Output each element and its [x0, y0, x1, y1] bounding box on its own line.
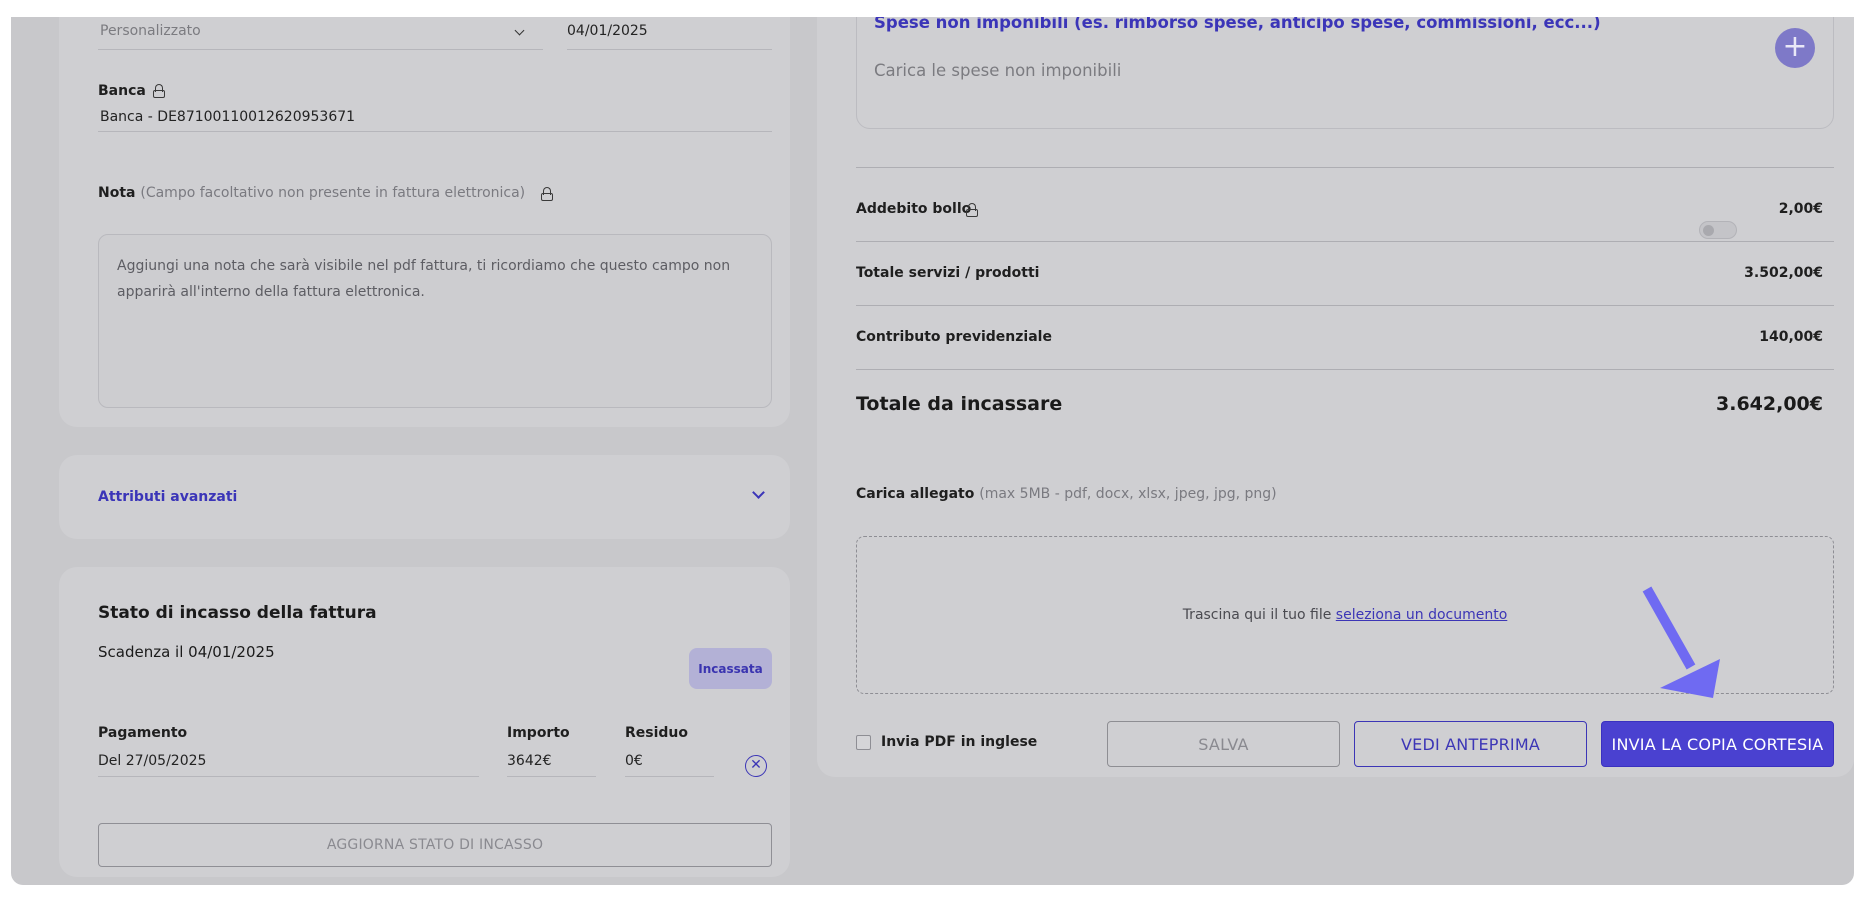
totale-label: Totale da incassare — [856, 393, 1063, 415]
save-button[interactable]: SALVA — [1107, 721, 1340, 767]
send-courtesy-copy-button[interactable]: INVIA LA COPIA CORTESIA — [1601, 721, 1834, 767]
allegato-label: Carica allegato (max 5MB - pdf, docx, xl… — [856, 486, 1277, 502]
bollo-label: Addebito bollo — [856, 201, 972, 217]
payment-residual-field[interactable]: 0€ — [625, 753, 643, 769]
advanced-attributes-label[interactable]: Attributi avanzati — [98, 489, 237, 505]
non-taxable-expenses-placeholder: Carica le spese non imponibili — [874, 61, 1122, 80]
non-taxable-expenses-title: Spese non imponibili (es. rimborso spese… — [874, 17, 1601, 32]
due-date-text: Scadenza il 04/01/2025 — [98, 643, 275, 661]
status-badge: Incassata — [689, 648, 772, 689]
payment-status-title: Stato di incasso della fattura — [98, 603, 377, 623]
col-residuo-header: Residuo — [625, 725, 689, 741]
arrow-annotation-icon — [1642, 586, 1720, 698]
lock-icon — [541, 187, 553, 201]
servizi-label: Totale servizi / prodotti — [856, 265, 1040, 281]
add-expense-button[interactable]: + — [1775, 28, 1815, 68]
col-importo-header: Importo — [507, 725, 570, 741]
banca-label: Banca — [98, 83, 146, 99]
servizi-value: 3.502,00€ — [1744, 265, 1823, 281]
modal-overlay: Personalizzato 04/01/2025 Banca Banca - … — [11, 17, 1854, 885]
banca-value[interactable]: Banca - DE87100110012620953671 — [100, 109, 355, 125]
contributo-value: 140,00€ — [1759, 329, 1823, 345]
preview-button[interactable]: VEDI ANTEPRIMA — [1354, 721, 1587, 767]
english-pdf-label: Invia PDF in inglese — [881, 734, 1038, 750]
select-document-link[interactable]: seleziona un documento — [1336, 607, 1508, 623]
payment-amount-field[interactable]: 3642€ — [507, 753, 552, 769]
remove-payment-icon[interactable]: ✕ — [745, 755, 767, 777]
bollo-value: 2,00€ — [1778, 201, 1823, 217]
bollo-toggle[interactable] — [1699, 221, 1737, 239]
nota-hint: (Campo facoltativo non presente in fattu… — [140, 185, 526, 201]
payment-date-field[interactable]: Del 27/05/2025 — [98, 753, 206, 769]
english-pdf-checkbox[interactable] — [856, 735, 871, 750]
update-status-button[interactable]: AGGIORNA STATO DI INCASSO — [98, 823, 772, 867]
allegato-hint: (max 5MB - pdf, docx, xlsx, jpeg, jpg, p… — [979, 486, 1277, 502]
nota-textarea[interactable]: Aggiungi una nota che sarà visibile nel … — [98, 234, 772, 408]
plus-icon: + — [1782, 29, 1808, 64]
lock-icon — [966, 203, 978, 217]
contributo-label: Contributo previdenziale — [856, 329, 1052, 345]
col-pagamento-header: Pagamento — [98, 725, 188, 741]
nota-label: Nota (Campo facoltativo non presente in … — [98, 185, 526, 201]
lock-icon — [153, 84, 165, 98]
due-date-field[interactable]: 04/01/2025 — [567, 23, 648, 39]
payment-mode-select[interactable]: Personalizzato — [100, 23, 201, 39]
totale-value: 3.642,00€ — [1716, 393, 1823, 415]
